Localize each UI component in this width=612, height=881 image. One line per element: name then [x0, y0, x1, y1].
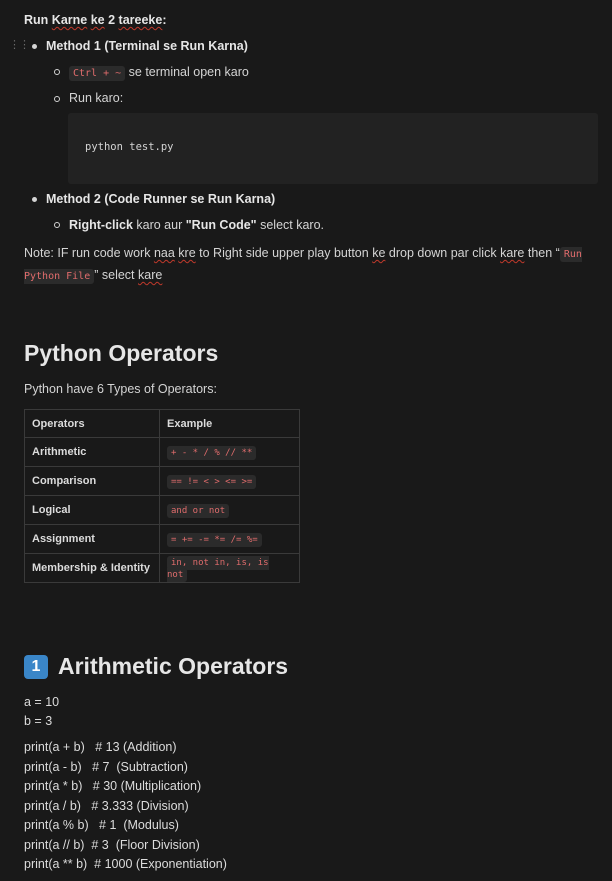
- code-line: print(a + b) # 13 (Addition): [24, 740, 177, 754]
- note-part4: then “: [527, 246, 560, 260]
- code-line: print(a % b) # 1 (Modulus): [24, 818, 179, 832]
- table-header-row: Operators Example: [24, 409, 300, 438]
- karne-word: Karne: [51, 13, 88, 27]
- note-ke: ke: [372, 246, 386, 260]
- code-text: python test.py: [85, 141, 174, 153]
- keycap-one-icon: 1: [24, 654, 48, 679]
- run-heading: Run Karne ke 2 tareeke:: [24, 13, 167, 27]
- m2-text-b: select karo.: [260, 218, 325, 232]
- operator-example: == != < > <= >=: [159, 466, 300, 496]
- shortcut-code: Ctrl + ~: [69, 66, 126, 81]
- code-line: print(a / b) # 3.333 (Division): [24, 799, 189, 813]
- operators-table: Operators Example Arithmetic + - * / % /…: [24, 409, 300, 583]
- run-code-text: "Run Code": [185, 218, 257, 232]
- operators-title: Python Operators: [24, 340, 219, 366]
- example-code: in, not in, is, is not: [167, 556, 269, 582]
- example-code: + - * / % // **: [167, 446, 257, 460]
- sub-bullet-icon: [54, 222, 60, 228]
- note-naa: naa: [153, 246, 175, 260]
- right-click-text: Right-click: [69, 218, 133, 232]
- note-kre: kre: [178, 246, 196, 260]
- method1-label: Method 1 (Terminal se Run Karna): [46, 39, 248, 53]
- drag-handle-icon[interactable]: ⋮⋮: [9, 38, 30, 51]
- m2-text-a: karo aur: [136, 218, 183, 232]
- note-part3: drop down par click: [388, 246, 497, 260]
- table-row: Logical and or not: [24, 495, 300, 525]
- tareeke-word: tareeke: [118, 13, 163, 27]
- bullet-icon: [32, 197, 37, 202]
- operator-example: and or not: [159, 495, 300, 525]
- shortcut-line: Ctrl + ~ se terminal open karo: [69, 65, 249, 81]
- code-block[interactable]: python test.py: [68, 113, 598, 184]
- operator-example: in, not in, is, is not: [159, 553, 300, 583]
- method2-instruction: Right-click karo aur "Run Code" select k…: [69, 218, 324, 232]
- note-part5: ” select: [94, 268, 135, 282]
- code-line: a = 10: [24, 695, 60, 709]
- arithmetic-title: Arithmetic Operators: [58, 653, 289, 679]
- operator-example: = += -= *= /= %=: [159, 524, 300, 554]
- run-word: Run: [24, 13, 49, 27]
- two-word: 2: [108, 13, 116, 27]
- operator-name: Comparison: [24, 466, 160, 496]
- note-paragraph: Note: IF run code work naa kre to Right …: [24, 243, 602, 287]
- table-row: Assignment = += -= *= /= %=: [24, 524, 300, 554]
- table-header: Example: [159, 409, 300, 438]
- arithmetic-heading: 1 Arithmetic Operators: [24, 653, 288, 680]
- operator-example: + - * / % // **: [159, 437, 300, 467]
- operator-name: Assignment: [24, 524, 160, 554]
- operator-name: Logical: [24, 495, 160, 525]
- operators-subtitle: Python have 6 Types of Operators:: [24, 382, 217, 396]
- note-part1: Note: IF run code work: [24, 246, 151, 260]
- bullet-icon: [32, 44, 37, 49]
- note-kare2: kare: [138, 268, 163, 282]
- example-code: and or not: [167, 504, 230, 518]
- run-karo-label: Run karo:: [69, 91, 124, 105]
- code-line: b = 3: [24, 714, 53, 728]
- code-line: print(a * b) # 30 (Multiplication): [24, 779, 202, 793]
- operator-name: Arithmetic: [24, 437, 160, 467]
- sub-bullet-icon: [54, 69, 60, 75]
- code-line: print(a ** b) # 1000 (Exponentiation): [24, 857, 227, 871]
- table-header: Operators: [24, 409, 160, 438]
- example-code: == != < > <= >=: [167, 475, 257, 489]
- example-code: = += -= *= /= %=: [167, 533, 262, 547]
- code-line: print(a - b) # 7 (Subtraction): [24, 760, 188, 774]
- shortcut-text: se terminal open karo: [128, 65, 249, 79]
- table-row: Arithmetic + - * / % // **: [24, 437, 300, 467]
- ke-word: ke: [90, 13, 105, 27]
- code-line: print(a // b) # 3 (Floor Division): [24, 838, 200, 852]
- sub-bullet-icon: [54, 96, 60, 102]
- heading-colon: :: [162, 13, 167, 27]
- table-row: Comparison == != < > <= >=: [24, 466, 300, 496]
- table-row: Membership & Identity in, not in, is, is…: [24, 553, 300, 583]
- operator-name: Membership & Identity: [24, 553, 160, 583]
- note-kare: kare: [500, 246, 525, 260]
- note-part2: to Right side upper play button: [199, 246, 369, 260]
- method2-label: Method 2 (Code Runner se Run Karna): [46, 192, 276, 206]
